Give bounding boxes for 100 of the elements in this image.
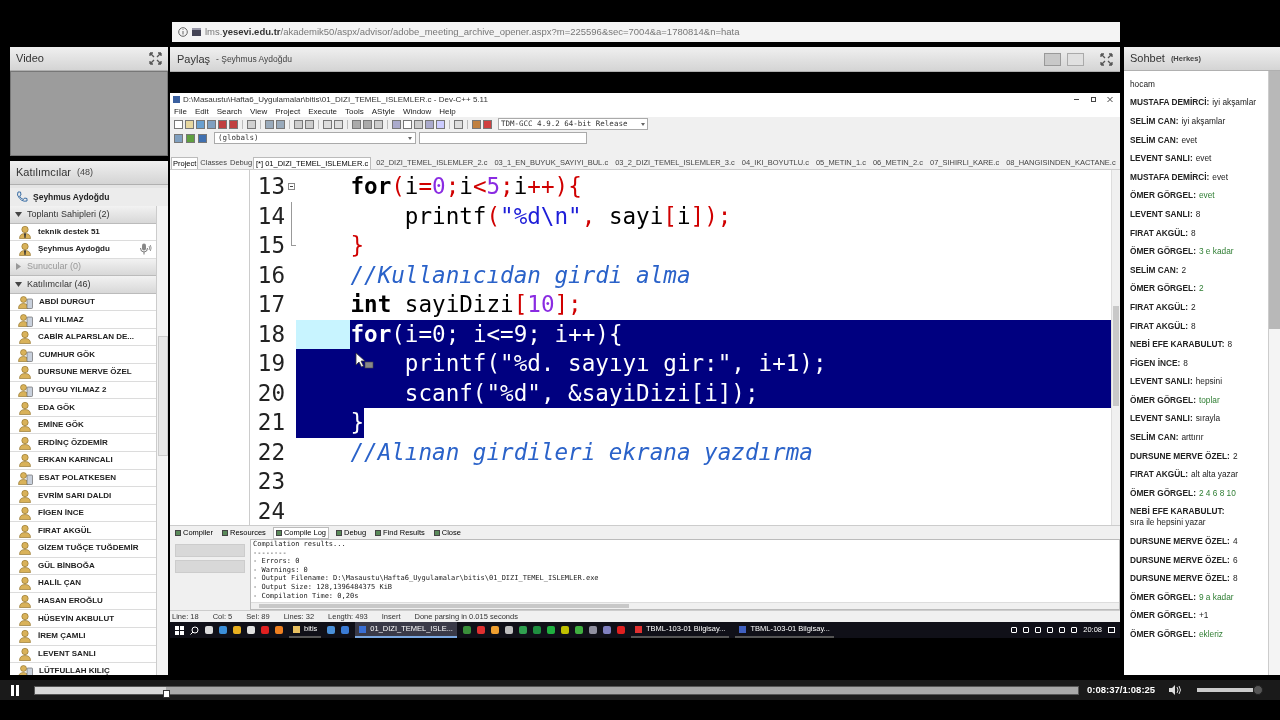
attendee-row[interactable]: EDA GÖK xyxy=(10,399,156,417)
user-icon xyxy=(18,418,32,433)
menu-item[interactable]: Edit xyxy=(194,105,209,118)
app-icon[interactable] xyxy=(602,626,611,634)
search-icon[interactable] xyxy=(190,625,199,635)
menu-item[interactable]: View xyxy=(250,105,268,118)
app-icon xyxy=(173,96,180,103)
app-icon[interactable] xyxy=(341,626,350,634)
fullscreen-icon[interactable] xyxy=(1100,52,1113,66)
fold-marker-icon[interactable] xyxy=(287,183,295,190)
app-icon[interactable] xyxy=(490,626,499,634)
app-icon[interactable] xyxy=(233,626,241,634)
menu-item[interactable]: Search xyxy=(216,105,243,118)
attendee-row[interactable]: HÜSEYİN AKBULUT xyxy=(10,610,156,628)
app-icon[interactable] xyxy=(327,626,336,634)
chat-sender: LEVENT SANLI: xyxy=(1130,413,1193,425)
attendee-name: HALİL ÇAN xyxy=(38,577,82,590)
attendee-row[interactable]: CUMHUR GÖK xyxy=(10,346,156,365)
scrollbar[interactable] xyxy=(1111,170,1120,525)
user-icon xyxy=(18,576,32,591)
app-icon[interactable] xyxy=(205,626,213,634)
panel-title: Paylaş xyxy=(177,51,211,67)
app-icon[interactable] xyxy=(546,626,555,634)
attendee-row[interactable]: ALİ YILMAZ xyxy=(10,311,156,329)
user-icon xyxy=(18,330,32,345)
app-icon[interactable] xyxy=(518,626,527,634)
app-icon[interactable] xyxy=(588,626,597,634)
chat-text: 8 xyxy=(1195,208,1201,220)
group-header[interactable]: Toplantı Sahipleri (2) xyxy=(10,206,156,224)
attendee-name: EMİNE GÖK xyxy=(38,419,85,432)
menu-item[interactable]: Execute xyxy=(308,105,338,118)
scrollbar[interactable] xyxy=(1268,71,1280,675)
line-number: 13 xyxy=(256,172,286,201)
user-icon xyxy=(18,488,32,503)
menu-item[interactable]: Tools xyxy=(345,105,364,118)
user-icon xyxy=(18,594,32,609)
fold-line xyxy=(290,201,292,231)
windows-logo-icon[interactable] xyxy=(175,625,184,635)
chat-text: 2 xyxy=(1181,264,1187,276)
attendee-row[interactable]: Şeyhmus Aydoğdu xyxy=(10,241,156,259)
app-icon[interactable] xyxy=(247,626,255,634)
progress-handle[interactable] xyxy=(162,689,170,698)
pause-icon[interactable] xyxy=(10,684,20,696)
user-icon xyxy=(18,541,32,556)
user-device-icon xyxy=(18,312,33,327)
presenter-row[interactable]: Şeyhmus Aydoğdu xyxy=(10,188,168,206)
function-select[interactable] xyxy=(419,132,587,144)
volume-icon[interactable] xyxy=(1169,685,1184,695)
phone-icon xyxy=(16,191,28,203)
code-line: //Kullanıcıdan girdi alma xyxy=(349,260,691,290)
code-line: } xyxy=(349,231,365,260)
attendee-row[interactable]: EVRİM SARI DALDI xyxy=(10,487,156,505)
line-number: 15 xyxy=(256,231,286,260)
scrollbar[interactable] xyxy=(156,206,168,675)
menu-item[interactable]: Window xyxy=(402,105,432,118)
attendee-row[interactable]: GİZEM TUĞÇE TUĞDEMİR xyxy=(10,540,156,558)
chat-sender: SELİM CAN: xyxy=(1130,116,1179,127)
info-icon[interactable] xyxy=(178,27,188,37)
menu-item[interactable]: File xyxy=(174,105,187,118)
chat-text: +1 xyxy=(1198,610,1209,622)
attendee-row[interactable]: LÜTFULLAH KILIÇ xyxy=(10,663,156,675)
attendee-row[interactable]: ERDİNÇ ÖZDEMİR xyxy=(10,434,156,453)
attendee-row[interactable]: HALİL ÇAN xyxy=(10,575,156,593)
line-number: 16 xyxy=(256,260,286,290)
chat-sender: FIRAT AKGÜL: xyxy=(1130,227,1189,239)
notifications-icon[interactable] xyxy=(1108,627,1115,633)
app-icon[interactable] xyxy=(504,626,513,634)
chat-sender: DURSUNE MERVE ÖZEL: xyxy=(1130,536,1230,548)
scrollbar[interactable] xyxy=(251,602,1119,609)
attendee-row[interactable]: FIRAT AKGÜL xyxy=(10,522,156,540)
menu-item[interactable]: Help xyxy=(439,105,456,118)
line-number: 19 xyxy=(256,349,286,378)
address-bar[interactable]: lms.yesevi.edu.tr/akademik50/aspx/advisor/adobe_meeting_archive_opener.aspx?m=225596&sec=7004&a=1780814&n=hata xyxy=(172,22,1120,42)
chat-sender: NEBİ EFE KARABULUT: xyxy=(1130,506,1225,518)
app-icon[interactable] xyxy=(532,626,541,634)
chat-sender: FIRAT AKGÜL: xyxy=(1130,320,1189,332)
progress-track[interactable] xyxy=(34,685,1079,695)
chat-sender: ÖMER GÖRGEL: xyxy=(1130,394,1196,406)
volume-handle[interactable] xyxy=(1253,685,1264,695)
app-icon[interactable] xyxy=(560,626,569,634)
group-header[interactable]: Katılımcılar (46) xyxy=(10,276,156,294)
attendee-row[interactable]: DURSUNE MERVE ÖZEL xyxy=(10,364,156,382)
menu-item[interactable]: Project xyxy=(275,105,301,118)
chat-text: iyi akşamlar xyxy=(1212,97,1257,109)
chat-sender: SELİM CAN: xyxy=(1130,134,1179,146)
chat-sender: SELİM CAN: xyxy=(1130,264,1179,276)
app-icon[interactable] xyxy=(574,626,583,634)
app-icon[interactable] xyxy=(462,626,471,634)
attendee-row[interactable]: ERKAN KARINCALI xyxy=(10,452,156,470)
layout-icon[interactable] xyxy=(1044,52,1061,66)
attendee-name: GÜL BİNBOĞA xyxy=(38,559,96,572)
line-number: 20 xyxy=(256,378,286,408)
host-icon xyxy=(18,224,32,239)
chat-text: sırayla xyxy=(1195,413,1221,425)
user-device-icon xyxy=(18,347,33,362)
chat-text: 2 xyxy=(1191,301,1196,313)
fullscreen-icon[interactable] xyxy=(149,52,162,65)
menu-item[interactable]: AStyle xyxy=(371,105,395,118)
attendee-name: LEVENT SANLI xyxy=(38,647,97,660)
chat-text: 2 xyxy=(1232,450,1238,462)
